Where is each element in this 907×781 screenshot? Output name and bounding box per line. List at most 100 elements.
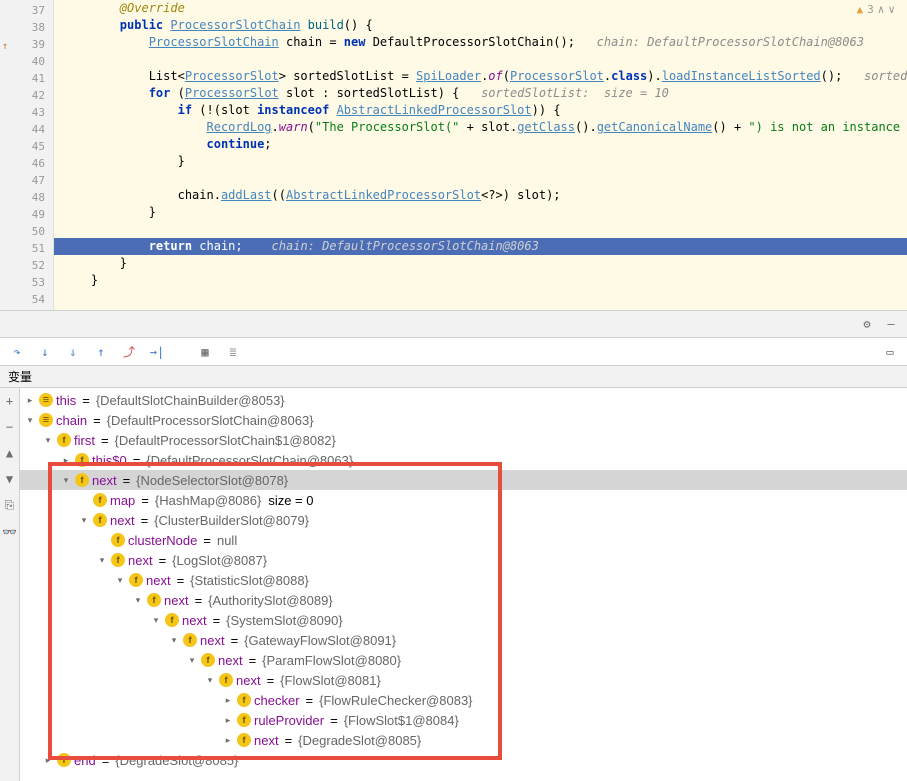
code-line[interactable]: }	[54, 153, 907, 170]
expand-arrow-icon[interactable]: ▸	[42, 755, 54, 766]
tree-row[interactable]: ▸f end = {DegradeSlot@8085}	[20, 750, 907, 770]
tree-row[interactable]: ▾f next = {FlowSlot@8081}	[20, 670, 907, 690]
tree-row[interactable]: ▸f checker = {FlowRuleChecker@8083}	[20, 690, 907, 710]
var-name: next	[200, 633, 225, 648]
layout-icon[interactable]: ▭	[881, 343, 899, 361]
evaluate-icon[interactable]: ▦	[196, 343, 214, 361]
code-line[interactable]: }	[54, 255, 907, 272]
code-line[interactable]: ProcessorSlotChain chain = new DefaultPr…	[54, 34, 907, 51]
copy-icon[interactable]: ⎘	[5, 498, 15, 513]
code-line[interactable]: chain.addLast((AbstractLinkedProcessorSl…	[54, 187, 907, 204]
line-number[interactable]: 50	[0, 223, 45, 240]
tree-row[interactable]: ▾f next = {AuthoritySlot@8089}	[20, 590, 907, 610]
drop-frame-icon[interactable]: ⤴	[120, 343, 138, 361]
tree-row[interactable]: ▸f map = {HashMap@8086} size = 0	[20, 490, 907, 510]
collapse-arrow-icon[interactable]: ▾	[186, 655, 198, 666]
line-number[interactable]: 48	[0, 189, 45, 206]
code-area[interactable]: ▲ 3 ∧ ∨ @Override public ProcessorSlotCh…	[54, 0, 907, 310]
line-number[interactable]: 40	[0, 53, 45, 70]
code-line[interactable]: }	[54, 272, 907, 289]
collapse-arrow-icon[interactable]: ▾	[42, 435, 54, 446]
code-line[interactable]: continue;	[54, 136, 907, 153]
tree-row[interactable]: ▾f first = {DefaultProcessorSlotChain$1@…	[20, 430, 907, 450]
line-number[interactable]: 45	[0, 138, 45, 155]
step-out-icon[interactable]: ↑	[92, 343, 110, 361]
collapse-arrow-icon[interactable]: ▾	[150, 615, 162, 626]
expand-arrow-icon[interactable]: ▸	[222, 695, 234, 706]
variables-tree[interactable]: ▸≡ this = {DefaultSlotChainBuilder@8053}…	[20, 388, 907, 781]
tree-row[interactable]: ▸f this$0 = {DefaultProcessorSlotChain@8…	[20, 450, 907, 470]
tree-row[interactable]: ▾≡ chain = {DefaultProcessorSlotChain@80…	[20, 410, 907, 430]
expand-arrow-icon[interactable]: ▸	[222, 715, 234, 726]
code-line[interactable]	[54, 51, 907, 68]
glasses-icon[interactable]: 👓	[2, 525, 17, 539]
code-line[interactable]: }	[54, 204, 907, 221]
line-number[interactable]: 47	[0, 172, 45, 189]
tree-row[interactable]: ▾f next = {NodeSelectorSlot@8078}	[20, 470, 907, 490]
line-number[interactable]: 38	[0, 19, 45, 36]
tree-row[interactable]: ▸f next = {DegradeSlot@8085}	[20, 730, 907, 750]
inspection-badge[interactable]: ▲ 3 ∧ ∨	[857, 3, 896, 16]
remove-watch-icon[interactable]: −	[6, 420, 13, 434]
field-icon: f	[93, 493, 107, 507]
tree-row[interactable]: ▾f next = {StatisticSlot@8088}	[20, 570, 907, 590]
code-line[interactable]: @Override	[54, 0, 907, 17]
down-icon[interactable]: ▼	[6, 472, 13, 486]
expand-arrow-icon[interactable]: ▸	[24, 395, 36, 406]
code-line[interactable]: if (!(slot instanceof AbstractLinkedProc…	[54, 102, 907, 119]
chevron-up-icon[interactable]: ∧	[878, 3, 885, 16]
collapse-arrow-icon[interactable]: ▾	[60, 475, 72, 486]
code-line[interactable]: RecordLog.warn("The ProcessorSlot(" + sl…	[54, 119, 907, 136]
settings-icon[interactable]: ⚙	[859, 316, 875, 332]
add-watch-icon[interactable]: +	[6, 394, 13, 408]
tree-row[interactable]: ▾f next = {ClusterBuilderSlot@8079}	[20, 510, 907, 530]
var-name: this	[56, 393, 76, 408]
code-line[interactable]: for (ProcessorSlot slot : sortedSlotList…	[54, 85, 907, 102]
line-number[interactable]: 39↑	[0, 36, 45, 53]
line-number[interactable]: 54	[0, 291, 45, 308]
collapse-arrow-icon[interactable]: ▾	[24, 415, 36, 426]
tree-row[interactable]: ▸≡ this = {DefaultSlotChainBuilder@8053}	[20, 390, 907, 410]
collapse-arrow-icon[interactable]: ▾	[132, 595, 144, 606]
tree-row[interactable]: ▾f next = {SystemSlot@8090}	[20, 610, 907, 630]
trace-icon[interactable]: ≣	[224, 343, 242, 361]
line-number[interactable]: 53	[0, 274, 45, 291]
code-line[interactable]	[54, 289, 907, 306]
collapse-arrow-icon[interactable]: ▾	[96, 555, 108, 566]
expand-arrow-icon[interactable]: ▸	[222, 735, 234, 746]
var-name: next	[254, 733, 279, 748]
tree-row[interactable]: ▾f next = {ParamFlowSlot@8080}	[20, 650, 907, 670]
collapse-arrow-icon[interactable]: ▾	[204, 675, 216, 686]
step-over-icon[interactable]: ↷	[8, 343, 26, 361]
collapse-arrow-icon[interactable]: ▾	[168, 635, 180, 646]
collapse-arrow-icon[interactable]: ▾	[78, 515, 90, 526]
line-number[interactable]: 46	[0, 155, 45, 172]
line-number[interactable]: 41	[0, 70, 45, 87]
code-line[interactable]	[54, 221, 907, 238]
code-line[interactable]	[54, 170, 907, 187]
line-number[interactable]: 49	[0, 206, 45, 223]
tree-row[interactable]: ▾f next = {LogSlot@8087}	[20, 550, 907, 570]
line-number[interactable]: 44	[0, 121, 45, 138]
tree-row[interactable]: ▾f next = {GatewayFlowSlot@8091}	[20, 630, 907, 650]
var-name: next	[92, 473, 117, 488]
line-number[interactable]: 51	[0, 240, 45, 257]
code-line[interactable]: return chain; chain: DefaultProcessorSlo…	[54, 238, 907, 255]
line-number[interactable]: 43	[0, 104, 45, 121]
code-line[interactable]: List<ProcessorSlot> sortedSlotList = Spi…	[54, 68, 907, 85]
minimize-icon[interactable]: —	[883, 316, 899, 332]
force-step-into-icon[interactable]: ⇓	[64, 343, 82, 361]
step-into-icon[interactable]: ↓	[36, 343, 54, 361]
line-number[interactable]: 37	[0, 2, 45, 19]
tree-row[interactable]: ▸f clusterNode = null	[20, 530, 907, 550]
line-number[interactable]: 52	[0, 257, 45, 274]
field-icon: f	[57, 433, 71, 447]
tree-row[interactable]: ▸f ruleProvider = {FlowSlot$1@8084}	[20, 710, 907, 730]
chevron-down-icon[interactable]: ∨	[888, 3, 895, 16]
collapse-arrow-icon[interactable]: ▾	[114, 575, 126, 586]
code-line[interactable]: public ProcessorSlotChain build() {	[54, 17, 907, 34]
run-to-cursor-icon[interactable]: →|	[148, 343, 166, 361]
line-number[interactable]: 42	[0, 87, 45, 104]
up-icon[interactable]: ▲	[6, 446, 13, 460]
expand-arrow-icon[interactable]: ▸	[60, 455, 72, 466]
